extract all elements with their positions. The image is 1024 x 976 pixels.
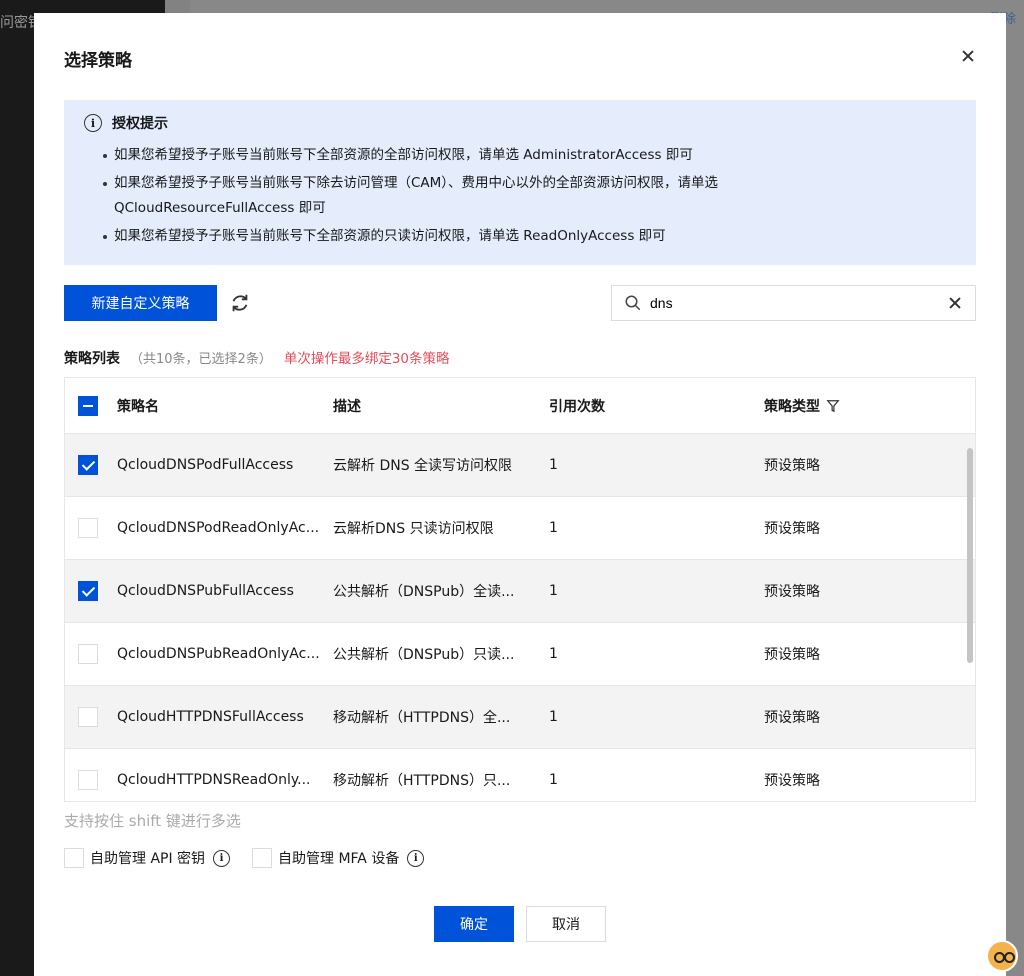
policy-list-title: 策略列表 — [64, 351, 120, 367]
row-checkbox[interactable] — [78, 455, 98, 475]
policy-list-header: 策略列表 （共10条，已选择2条） 单次操作最多绑定30条策略 — [64, 347, 450, 368]
table-row[interactable]: QcloudHTTPDNSFullAccess 移动解析（HTTPDNS）全...… — [65, 686, 975, 749]
notice-item: 如果您希望授予子账号当前账号下全部资源的只读访问权限，请单选 ReadOnlyA… — [103, 224, 976, 249]
info-icon[interactable]: i — [213, 849, 231, 867]
column-header-type: 策略类型 — [764, 398, 820, 415]
policy-description: 云解析 DNS 全读写访问权限 — [333, 458, 513, 474]
column-header-count: 引用次数 — [549, 398, 605, 415]
policy-description: 云解析DNS 只读访问权限 — [333, 521, 494, 537]
policy-reference-count: 1 — [549, 772, 558, 788]
policy-type: 预设策略 — [764, 521, 820, 537]
info-icon[interactable]: i — [407, 849, 425, 867]
policy-name: QcloudDNSPubReadOnlyAc... — [117, 646, 320, 662]
policy-type: 预设策略 — [764, 584, 820, 600]
policy-reference-count: 1 — [549, 646, 558, 662]
policy-type: 预设策略 — [764, 458, 820, 474]
notice-item: 如果您希望授予子账号当前账号下全部资源的全部访问权限，请单选 Administr… — [103, 143, 976, 168]
dialog-title: 选择策略 — [64, 51, 132, 71]
policy-name: QcloudDNSPodReadOnlyAc... — [117, 520, 320, 536]
policy-description: 公共解析（DNSPub）只读... — [333, 647, 515, 663]
policy-description: 公共解析（DNSPub）全读... — [333, 584, 515, 600]
search-icon — [625, 295, 641, 311]
policy-name: QcloudHTTPDNSFullAccess — [117, 709, 304, 725]
mfa-checkbox[interactable] — [252, 848, 272, 868]
table-row[interactable]: QcloudDNSPodReadOnlyAc... 云解析DNS 只读访问权限 1 预… — [65, 497, 975, 560]
policy-table: 策略名 描述 引用次数 策略类型 QcloudDNSPodFullAccess 云… — [64, 377, 976, 802]
column-header-name: 策略名 — [117, 398, 159, 415]
option-api-key[interactable]: 自助管理 API 密钥 i — [64, 848, 231, 868]
select-all-checkbox[interactable] — [78, 395, 98, 416]
mfa-label: 自助管理 MFA 设备 — [278, 851, 400, 867]
confirm-button[interactable]: 确定 — [434, 906, 514, 942]
notice-list: 如果您希望授予子账号当前账号下全部资源的全部访问权限，请单选 Administr… — [84, 143, 976, 249]
info-icon: i — [84, 114, 102, 132]
clear-search-icon[interactable] — [947, 295, 963, 311]
authorization-notice: i 授权提示 如果您希望授予子账号当前账号下全部资源的全部访问权限，请单选 Ad… — [64, 100, 976, 265]
policy-description: 移动解析（HTTPDNS）只... — [333, 773, 511, 789]
table-row[interactable]: QcloudDNSPubFullAccess 公共解析（DNSPub）全读... 1… — [65, 560, 975, 623]
column-header-desc: 描述 — [333, 398, 361, 415]
policy-type: 预设策略 — [764, 647, 820, 663]
policy-reference-count: 1 — [549, 709, 558, 725]
table-scrollbar[interactable] — [967, 448, 973, 663]
table-header: 策略名 描述 引用次数 策略类型 — [65, 378, 975, 434]
cancel-button[interactable]: 取消 — [526, 906, 606, 942]
policy-list-count: （共10条，已选择2条） — [130, 352, 272, 367]
search-input[interactable] — [650, 295, 947, 311]
row-checkbox[interactable] — [78, 644, 98, 664]
policy-reference-count: 1 — [549, 583, 558, 599]
policy-description: 移动解析（HTTPDNS）全... — [333, 710, 511, 726]
select-policy-dialog: 选择策略 i 授权提示 如果您希望授予子账号当前账号下全部资源的全部访问权限，请… — [34, 13, 1006, 976]
new-custom-policy-button[interactable]: 新建自定义策略 — [64, 285, 217, 321]
refresh-icon[interactable] — [229, 292, 251, 314]
policy-reference-count: 1 — [549, 520, 558, 536]
policy-name: QcloudHTTPDNSReadOnly... — [117, 772, 311, 788]
notice-item: 如果您希望授予子账号当前账号下除去访问管理（CAM）、费用中心以外的全部资源访问… — [103, 171, 814, 221]
avatar[interactable] — [986, 940, 1018, 972]
notice-title: 授权提示 — [112, 116, 168, 132]
policy-reference-count: 1 — [549, 457, 558, 473]
table-row[interactable]: QcloudHTTPDNSReadOnly... 移动解析（HTTPDNS）只..… — [65, 749, 975, 801]
option-mfa[interactable]: 自助管理 MFA 设备 i — [252, 848, 425, 868]
policy-type: 预设策略 — [764, 773, 820, 789]
close-icon[interactable] — [958, 46, 978, 66]
policy-name: QcloudDNSPubFullAccess — [117, 583, 294, 599]
row-checkbox[interactable] — [78, 707, 98, 727]
multi-select-hint: 支持按住 shift 键进行多选 — [64, 812, 241, 830]
table-row[interactable]: QcloudDNSPubReadOnlyAc... 公共解析（DNSPub）只读.… — [65, 623, 975, 686]
row-checkbox[interactable] — [78, 581, 98, 601]
policy-name: QcloudDNSPodFullAccess — [117, 457, 294, 473]
api-key-checkbox[interactable] — [64, 848, 84, 868]
api-key-label: 自助管理 API 密钥 — [90, 851, 206, 867]
row-checkbox[interactable] — [78, 770, 98, 790]
row-checkbox[interactable] — [78, 518, 98, 538]
policy-type: 预设策略 — [764, 710, 820, 726]
table-row[interactable]: QcloudDNSPodFullAccess 云解析 DNS 全读写访问权限 1 预设… — [65, 434, 975, 497]
filter-icon[interactable] — [826, 399, 840, 413]
policy-limit-warning: 单次操作最多绑定30条策略 — [283, 351, 450, 367]
search-box — [611, 285, 976, 321]
